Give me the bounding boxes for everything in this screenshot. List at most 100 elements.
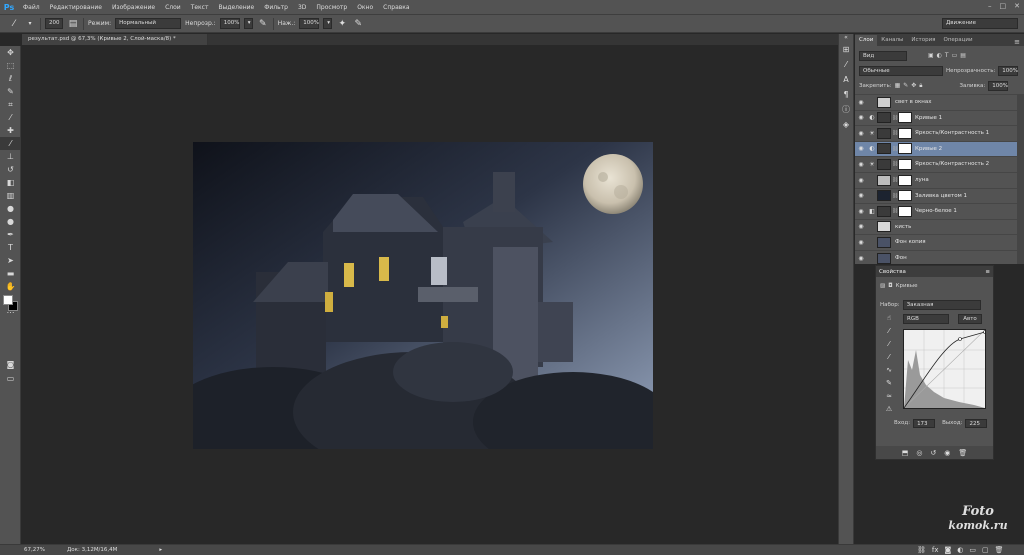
eyedropper-tool-icon[interactable]: ⁄ [0,111,21,124]
layer-thumbnail[interactable] [877,252,891,264]
menu-layer[interactable]: Слои [160,4,186,11]
filter-type-icon[interactable]: T [945,52,949,59]
crop-tool-icon[interactable]: ⌗ [0,98,21,111]
dock-collapse-icon[interactable]: « [839,34,853,42]
layer-row[interactable]: ◉ Фон [855,250,1017,265]
status-menu-arrow-icon[interactable]: ▸ [159,547,162,553]
layer-mask-thumbnail[interactable] [898,174,912,186]
lock-image-icon[interactable]: ✎ [903,82,908,89]
filter-adjust-icon[interactable]: ◐ [937,52,942,59]
layer-row[interactable]: ◉ ⛓︎ Заливка цветом 1 [855,187,1017,203]
eye-icon[interactable]: ◉ [855,145,867,152]
layer-row[interactable]: ◉ свет в окнах [855,94,1017,109]
layers-scrollbar[interactable] [1017,94,1024,264]
link-layers-icon[interactable]: ⛓︎ [917,546,926,554]
tab-history[interactable]: История [907,35,939,46]
pressure-opacity-icon[interactable]: ✎ [257,18,269,30]
layer-thumbnail[interactable] [877,190,891,202]
layer-row[interactable]: ◉ ◧ ⛓︎ Черно-белое 1 [855,203,1017,218]
lasso-tool-icon[interactable]: ℓ [0,72,21,85]
layer-mask-icon[interactable]: ◘ [888,283,892,289]
pressure-size-icon[interactable]: ✎ [352,18,364,30]
layer-row[interactable]: ◉ Фон копия [855,234,1017,249]
filter-pixel-icon[interactable]: ▣ [928,52,934,59]
chevron-down-icon[interactable]: ▾ [24,18,36,30]
add-mask-icon[interactable]: ◙ [945,546,952,554]
airbrush-icon[interactable]: ✦ [336,18,348,30]
screen-mode-icon[interactable]: ▭ [0,372,21,385]
input-field[interactable]: 173 [913,418,936,428]
black-point-eyedropper-icon[interactable]: ⁄ [879,327,899,340]
marquee-tool-icon[interactable]: ⬚ [0,59,21,72]
document-tab[interactable]: результат.psd @ 67,3% (Кривые 2, Слой-ма… [22,34,208,45]
history-brush-icon[interactable]: ↺ [0,163,21,176]
brush-size-picker[interactable]: 200 [45,18,63,29]
eye-icon[interactable]: ◉ [855,161,867,168]
character-panel-icon[interactable]: A [839,72,853,87]
layer-thumbnail[interactable] [877,236,891,248]
blur-tool-icon[interactable]: ● [0,202,21,215]
lock-position-icon[interactable]: ✥ [911,82,916,89]
minimize-icon[interactable]: – [988,2,992,10]
menu-view[interactable]: Просмотр [311,4,352,11]
menu-edit[interactable]: Редактирование [45,4,107,11]
gradient-tool-icon[interactable]: ▥ [0,189,21,202]
tab-actions[interactable]: Операции [940,35,977,46]
target-adjust-icon[interactable]: ☝ [879,314,899,327]
layer-thumbnail[interactable] [877,96,891,108]
layer-thumbnail[interactable] [877,127,891,139]
maximize-icon[interactable]: □ [1000,2,1007,10]
layer-mask-thumbnail[interactable] [898,143,912,155]
eraser-tool-icon[interactable]: ◧ [0,176,21,189]
menu-3d[interactable]: 3D [293,4,311,11]
eye-icon[interactable]: ◉ [855,239,867,246]
menu-filter[interactable]: Фильтр [259,4,293,11]
zoom-level[interactable]: 67,27% [24,547,45,553]
eye-icon[interactable]: ◉ [855,255,867,262]
layer-mask-thumbnail[interactable] [898,127,912,139]
layer-thumbnail[interactable] [877,143,891,155]
reset-icon[interactable]: ↺ [930,449,936,457]
foreground-color-swatch[interactable] [3,295,13,305]
flow-dropdown[interactable]: ▾ [323,18,333,29]
info-panel-icon[interactable]: ⓘ [839,102,853,117]
filter-smart-icon[interactable]: ▤ [960,52,966,59]
fx-icon[interactable]: fx [932,546,939,554]
lock-all-icon[interactable]: 🔒︎ [919,82,922,90]
layer-thumbnail[interactable] [877,221,891,233]
dodge-tool-icon[interactable]: ● [0,215,21,228]
trash-icon[interactable]: 🗑︎ [958,449,967,457]
auto-button[interactable]: Авто [958,314,982,324]
layer-opacity-field[interactable]: 100% [998,65,1019,76]
menu-help[interactable]: Справка [378,4,414,11]
panel-menu-icon[interactable]: ≡ [1014,38,1020,46]
healing-brush-icon[interactable]: ✚ [0,124,21,137]
layer-blend-mode[interactable]: Обычные [859,65,943,76]
layer-row[interactable]: ◉ ⛓︎ луна [855,172,1017,187]
visibility-toggle-icon[interactable]: ◉ [944,449,950,457]
layer-thumbnail[interactable] [877,112,891,124]
new-layer-icon[interactable]: ▢ [982,546,989,554]
layer-row[interactable]: ◉ ◐ ⛓︎ Кривые 2 [855,140,1017,156]
quick-mask-icon[interactable]: ◙ [0,358,21,371]
curves-graph[interactable] [903,329,987,409]
curve-edit-icon[interactable]: ∿ [879,366,899,379]
menu-select[interactable]: Выделение [213,4,259,11]
brush-panel-icon[interactable]: ▤ [67,18,79,30]
eye-icon[interactable]: ◉ [855,130,867,137]
output-field[interactable]: 225 [965,418,988,428]
filter-shape-icon[interactable]: ▭ [952,52,958,59]
brush-tool-icon[interactable]: ⁄ [0,137,21,150]
opacity-dropdown[interactable]: ▾ [243,18,253,29]
hand-tool-icon[interactable]: ✋ [0,280,21,293]
eye-icon[interactable]: ◉ [855,208,867,215]
close-icon[interactable]: ✕ [1014,2,1020,10]
new-adjustment-icon[interactable]: ◐ [957,546,963,554]
gray-point-eyedropper-icon[interactable]: ⁄ [879,340,899,353]
document-canvas-image[interactable] [193,142,653,449]
layer-mask-thumbnail[interactable] [898,190,912,202]
paragraph-panel-icon[interactable]: ¶ [839,87,853,102]
view-previous-icon[interactable]: ◎ [916,449,922,457]
menu-window[interactable]: Окно [352,4,378,11]
eye-icon[interactable]: ◉ [855,177,867,184]
